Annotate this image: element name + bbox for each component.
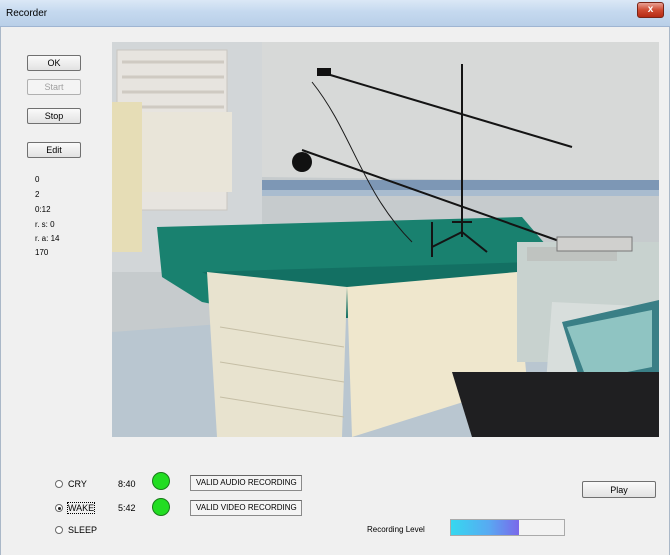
state-label: CRY xyxy=(68,479,87,489)
state-radio-cry[interactable]: CRY xyxy=(55,479,87,489)
stop-button[interactable]: Stop xyxy=(27,108,81,124)
stat-value: r. s: 0 xyxy=(35,220,55,229)
audio-status-field: VALID AUDIO RECORDING xyxy=(190,475,302,491)
title-bar: Recorder x xyxy=(0,0,670,27)
edit-button[interactable]: Edit xyxy=(27,142,81,158)
play-button[interactable]: Play xyxy=(582,481,656,498)
state-label: WAKE xyxy=(66,502,96,514)
stat-value: 2 xyxy=(35,190,40,199)
video-status-field: VALID VIDEO RECORDING xyxy=(190,500,302,516)
status-indicator-icon xyxy=(152,498,170,516)
state-radio-wake[interactable]: WAKE xyxy=(55,502,96,514)
video-preview xyxy=(112,42,659,437)
recording-level-fill xyxy=(451,520,519,535)
stat-value: 170 xyxy=(35,248,49,257)
state-radio-sleep[interactable]: SLEEP xyxy=(55,525,97,535)
status-indicator-icon xyxy=(152,472,170,490)
start-button[interactable]: Start xyxy=(27,79,81,95)
radio-dot[interactable] xyxy=(55,504,63,512)
recording-level-meter xyxy=(450,519,565,536)
close-button[interactable]: x xyxy=(637,2,664,18)
stat-value: 0 xyxy=(35,175,40,184)
ok-button[interactable]: OK xyxy=(27,55,81,71)
radio-dot[interactable] xyxy=(55,480,63,488)
window-title: Recorder xyxy=(6,8,48,19)
stat-value: r. a: 14 xyxy=(35,234,60,243)
state-time: 5:42 xyxy=(118,503,136,513)
recording-level-label: Recording Level xyxy=(367,525,425,534)
stat-value: 0:12 xyxy=(35,205,51,214)
camera-frame-image xyxy=(112,42,659,437)
radio-dot[interactable] xyxy=(55,526,63,534)
state-label: SLEEP xyxy=(68,525,98,535)
state-time: 8:40 xyxy=(118,479,136,489)
